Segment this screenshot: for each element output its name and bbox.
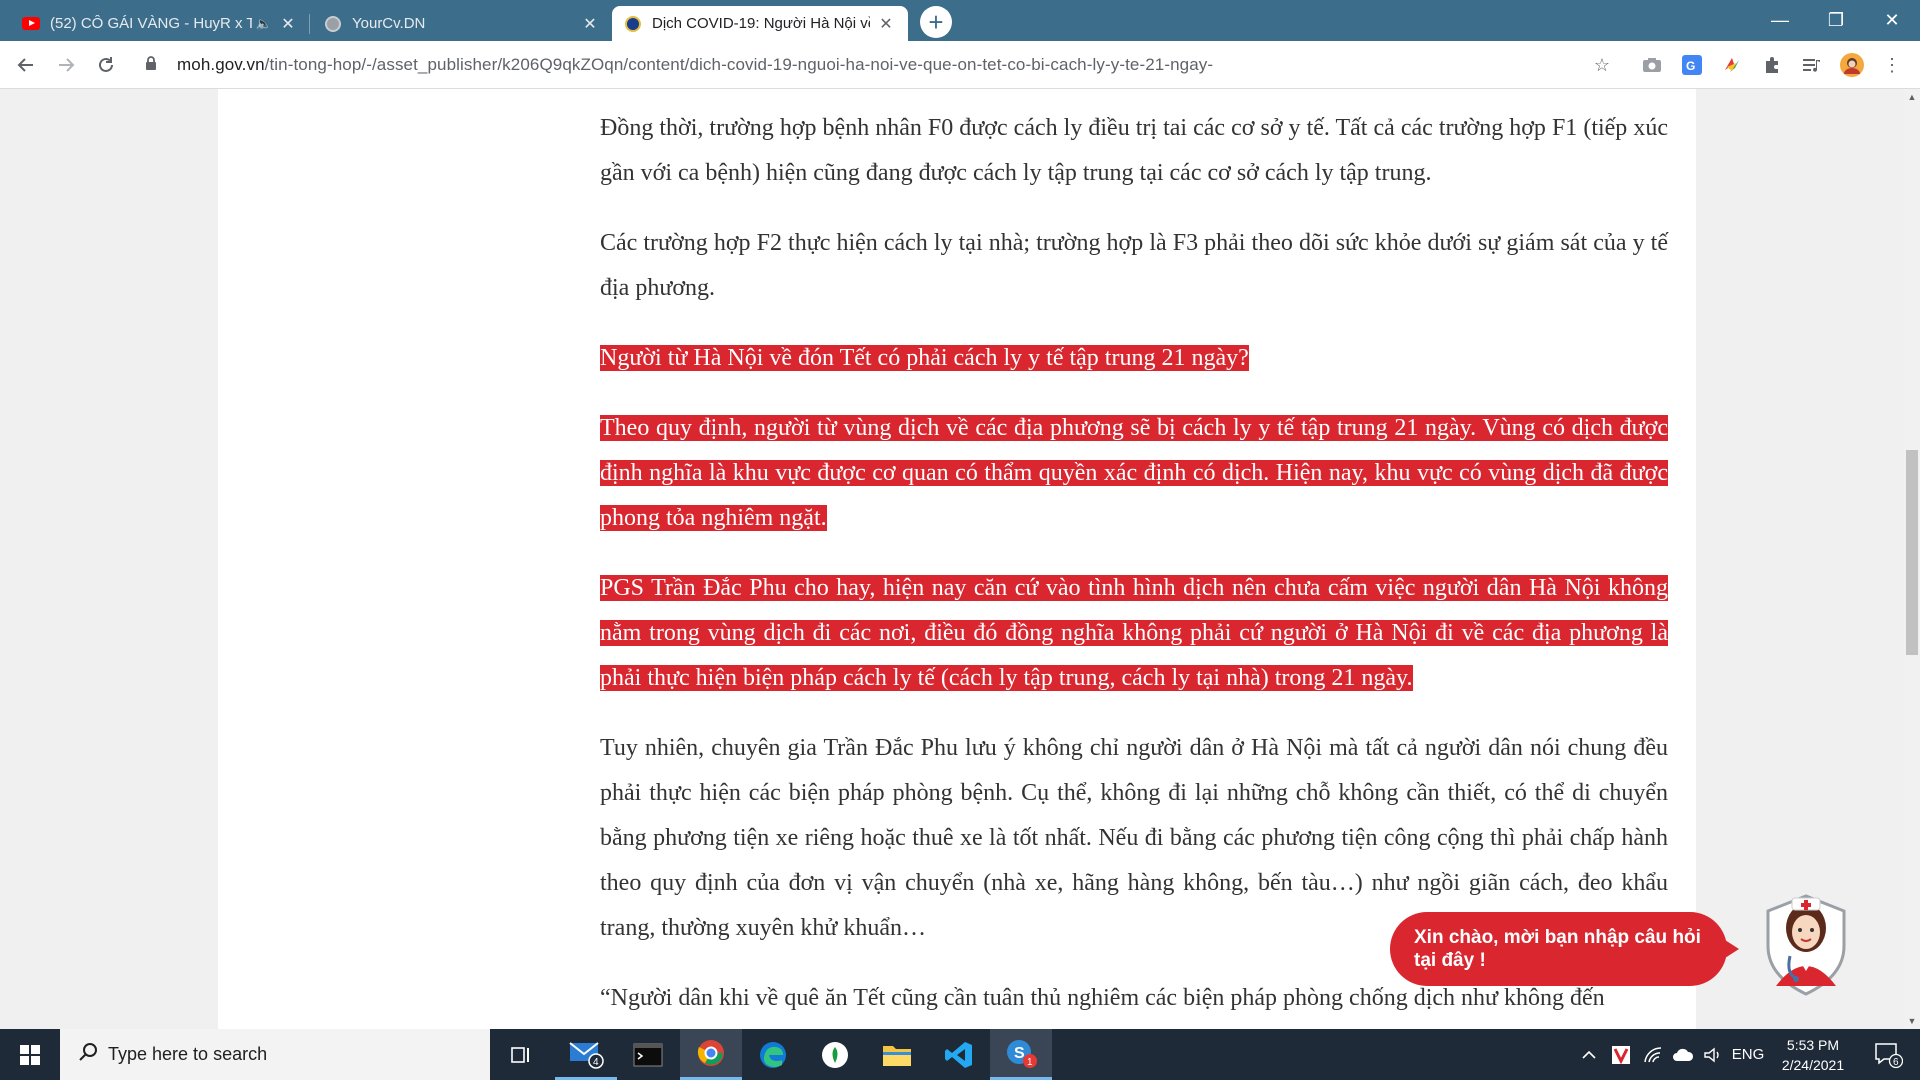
scrollbar-thumb[interactable] (1906, 450, 1918, 655)
highlighted-text: Theo quy định, người từ vùng dịch về các… (600, 415, 1668, 531)
task-view-icon[interactable] (490, 1029, 552, 1080)
tab-title: (52) CÔ GÁI VÀNG - HuyR x T (50, 15, 252, 32)
close-window-button[interactable]: ✕ (1864, 0, 1920, 40)
antivirus-tray-icon[interactable] (1606, 1029, 1636, 1080)
minimize-button[interactable]: — (1752, 0, 1808, 40)
url-path: /tin-tong-hop/-/asset_publisher/k206Q9qk… (264, 55, 1214, 74)
vscode-app-icon[interactable] (928, 1029, 990, 1080)
chat-prompt-text: Xin chào, mời bạn nhập câu hỏi tại đây ! (1414, 927, 1701, 971)
paragraph-text: Các trường hợp F2 thực hiện cách ly tại … (600, 230, 1668, 301)
extension-colorful-icon[interactable] (1718, 51, 1746, 79)
app-badge-count: 1 (1027, 1057, 1033, 1068)
evernote-style-app-icon[interactable] (804, 1029, 866, 1080)
tab-moh-article[interactable]: Dịch COVID-19: Người Hà Nội về ✕ (612, 6, 908, 41)
article-paragraph: Theo quy định, người từ vùng dịch về các… (600, 406, 1668, 541)
nurse-chatbot-avatar[interactable] (1758, 876, 1854, 996)
edge-app-icon[interactable] (742, 1029, 804, 1080)
forward-button[interactable] (50, 49, 82, 81)
new-tab-button[interactable]: + (920, 6, 952, 38)
back-button[interactable] (10, 49, 42, 81)
file-explorer-icon[interactable] (866, 1029, 928, 1080)
paragraph-text: Tuy nhiên, chuyên gia Trần Đắc Phu lưu ý… (600, 735, 1668, 941)
youtube-icon (22, 15, 40, 33)
article-subheading: Người từ Hà Nội về đón Tết có phải cách … (600, 336, 1668, 381)
scroll-up-arrow-icon[interactable]: ▲ (1904, 89, 1920, 105)
chrome-app-icon[interactable] (680, 1029, 742, 1080)
google-translate-icon[interactable]: G (1678, 51, 1706, 79)
clock-time: 5:53 PM (1786, 1037, 1840, 1053)
speaker-icon[interactable]: 🔈 (256, 16, 272, 32)
close-tab-icon[interactable]: ✕ (278, 14, 298, 34)
notification-count: 6 (1893, 1057, 1899, 1068)
close-tab-icon[interactable]: ✕ (876, 14, 896, 34)
lock-icon[interactable] (145, 56, 167, 74)
tab-title: YourCv.DN (352, 15, 426, 32)
highlighted-text: Người từ Hà Nội về đón Tết có phải cách … (600, 345, 1249, 371)
tab-strip: (52) CÔ GÁI VÀNG - HuyR x T 🔈 ✕ YourCv.D… (0, 0, 1920, 41)
article-paragraph: Đồng thời, trường hợp bệnh nhân F0 được … (600, 106, 1668, 196)
mail-badge-count: 4 (593, 1057, 599, 1068)
notification-center-icon[interactable]: 6 (1866, 1029, 1910, 1080)
page-viewport: Đồng thời, trường hợp bệnh nhân F0 được … (0, 89, 1904, 1029)
media-control-icon[interactable] (1798, 51, 1826, 79)
system-clock[interactable]: 5:53 PM 2/24/2021 (1768, 1035, 1858, 1075)
wifi-icon[interactable] (1638, 1029, 1668, 1080)
show-hidden-icons-chevron-icon[interactable] (1576, 1029, 1602, 1080)
profile-avatar[interactable] (1838, 51, 1866, 79)
close-tab-icon[interactable]: ✕ (580, 14, 600, 34)
skype-style-app-icon[interactable]: S1 (990, 1029, 1052, 1080)
globe-icon (324, 15, 342, 33)
paragraph-text: “Người dân khi về quê ăn Tết cũng cần tu… (600, 985, 1605, 1011)
volume-icon[interactable] (1698, 1029, 1728, 1080)
clock-date: 2/24/2021 (1781, 1057, 1845, 1073)
url-host: moh.gov.vn (177, 55, 265, 74)
chat-prompt-bubble[interactable]: Xin chào, mời bạn nhập câu hỏi tại đây ! (1390, 912, 1739, 986)
moh-logo-icon (624, 15, 642, 33)
highlighted-text: PGS Trần Đắc Phu cho hay, hiện nay căn c… (600, 575, 1668, 691)
article-paragraph: Các trường hợp F2 thực hiện cách ly tại … (600, 221, 1668, 311)
windows-taskbar: Type here to search 4 S1 ENG 5:53 PM 2/2… (0, 1029, 1920, 1080)
bookmark-star-icon[interactable]: ☆ (1588, 51, 1616, 79)
svg-text:G: G (1686, 59, 1695, 73)
tab-youtube[interactable]: (52) CÔ GÁI VÀNG - HuyR x T 🔈 ✕ (10, 6, 310, 41)
extensions-puzzle-icon[interactable] (1758, 51, 1786, 79)
scroll-down-arrow-icon[interactable]: ▼ (1904, 1013, 1920, 1029)
tab-title: Dịch COVID-19: Người Hà Nội về (652, 15, 870, 32)
browser-toolbar: moh.gov.vn/tin-tong-hop/-/asset_publishe… (0, 41, 1920, 89)
reload-button[interactable] (90, 49, 122, 81)
paragraph-text: Đồng thời, trường hợp bệnh nhân F0 được … (600, 115, 1668, 186)
onedrive-cloud-icon[interactable] (1668, 1029, 1698, 1080)
camera-icon[interactable] (1638, 51, 1666, 79)
windows-start-button[interactable] (0, 1029, 60, 1080)
mail-app-icon[interactable]: 4 (555, 1029, 617, 1080)
language-indicator[interactable]: ENG (1728, 1029, 1768, 1080)
article-body: Đồng thời, trường hợp bệnh nhân F0 được … (600, 106, 1668, 1029)
terminal-app-icon[interactable] (617, 1029, 679, 1080)
address-bar[interactable]: moh.gov.vn/tin-tong-hop/-/asset_publishe… (135, 47, 1615, 83)
more-menu-icon[interactable]: ⋮ (1878, 51, 1906, 79)
restore-button[interactable]: ❐ (1808, 0, 1864, 40)
search-icon (68, 1042, 108, 1068)
article-paragraph: PGS Trần Đắc Phu cho hay, hiện nay căn c… (600, 566, 1668, 701)
search-placeholder: Type here to search (108, 1044, 268, 1064)
tab-yourcv[interactable]: YourCv.DN ✕ (312, 6, 612, 41)
taskbar-search-box[interactable]: Type here to search (60, 1029, 490, 1080)
